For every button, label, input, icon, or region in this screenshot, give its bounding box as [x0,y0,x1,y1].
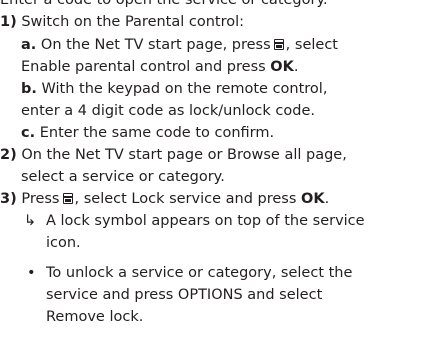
step-1a-line-1: a. On the Net TV start page, press , sele… [21,34,338,56]
step-1b-letter: b. [21,81,37,97]
step-1a-text-after: , select [285,37,338,53]
step-1a-letter: a. [21,37,37,53]
step-1c: c. Enter the same code to confirm. [21,122,274,144]
ok-key-label: OK [301,191,325,207]
step-1b-line-1: b. With the keypad on the remote control… [21,78,327,100]
step-1-number: 1) [0,14,17,30]
step-3-result-line-1: ↳ [24,210,36,232]
bullet-icon: • [27,265,36,281]
step-2-number: 2) [0,147,17,163]
step-1: 1) Switch on the Parental control: [0,11,244,33]
step-1a-line-2: Enable parental control and press OK. [21,56,298,78]
step-2-line-2: select a service or category. [21,169,225,185]
step-1c-letter: c. [21,125,36,141]
step-1b-line-2: enter a 4 digit code as lock/unlock code… [21,103,315,119]
step-3-bullet-line-3: Remove lock. [46,309,144,325]
step-1b-text: With the keypad on the remote control, [41,81,328,97]
step-3: 3) Press, select Lock service and press … [0,188,329,210]
options-key-icon [62,193,73,204]
step-3-text: Press [21,191,60,207]
result-arrow-icon: ↳ [24,213,37,229]
step-3-bullet-line-1: To unlock a service or category, select … [46,265,353,281]
step-3-period: . [324,191,330,207]
step-1a-text: On the Net TV start page, press [40,37,271,53]
ok-key-label: OK [270,59,294,75]
step-3-number: 3) [0,191,17,207]
step-1a-period: . [293,59,299,75]
step-3-result-text: A lock symbol appears on top of the serv… [46,213,365,229]
step-1c-text: Enter the same code to confirm. [39,125,275,141]
step-2-text: On the Net TV start page or Browse all p… [21,147,347,163]
options-key-icon [273,39,284,50]
step-1-title: Switch on the Parental control: [21,14,245,30]
step-1a-text-2: Enable parental control and press [21,59,266,75]
intro-text: Enter a code to open the service or cate… [0,0,328,8]
step-3-result-line-2: icon. [46,235,81,251]
step-3-bullet-line-2: service and press OPTIONS and select [46,287,323,303]
step-3-text-middle: , select Lock service and press [74,191,297,207]
step-2-line-1: 2) On the Net TV start page or Browse al… [0,144,347,166]
